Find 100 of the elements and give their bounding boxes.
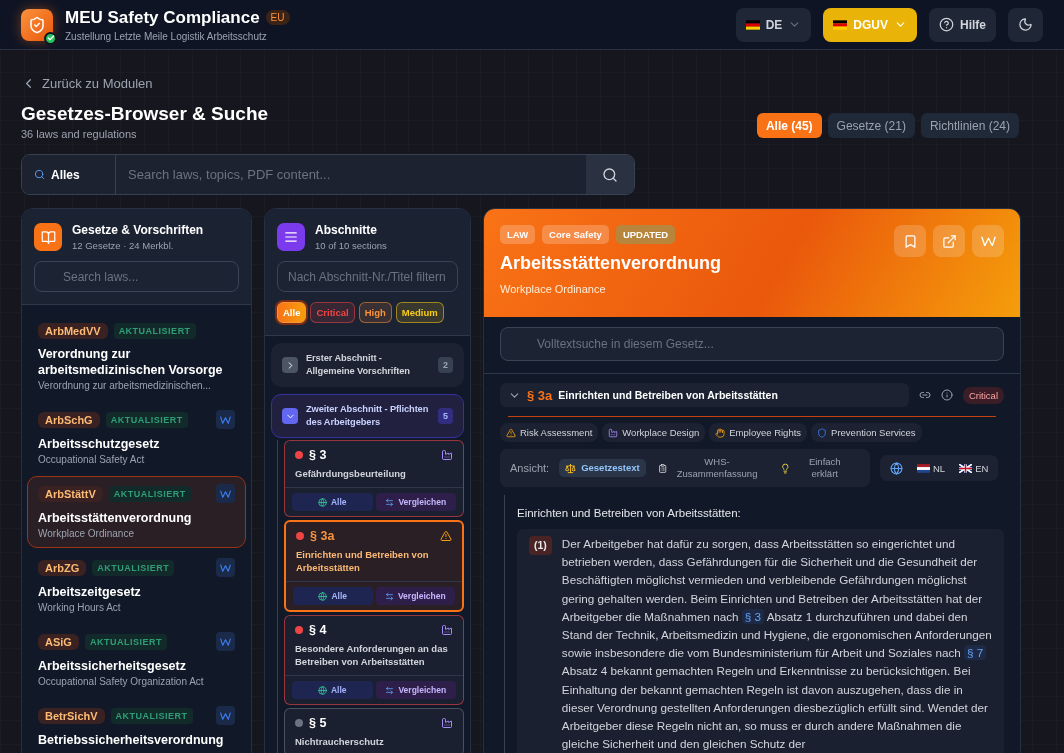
status-badge: AKTUALISIERT <box>92 559 175 576</box>
law-subtitle: Occupational Safety Act <box>38 454 146 465</box>
laws-search-field[interactable]: Search laws... <box>34 261 239 292</box>
law-abbreviation: BetrSichV <box>38 707 105 724</box>
law-subtitle: Occupational Safety Organization Act <box>38 676 205 687</box>
section-reference-link[interactable]: § 7 <box>964 645 987 661</box>
section-header[interactable]: § 3a Einrichten und Betreiben von Arbeitsstätten <box>500 383 909 407</box>
section-title: Einrichten und Betreiben von Arbeitsstätten <box>296 548 430 574</box>
filter-tab[interactable]: Gesetze (21) <box>827 113 915 138</box>
section-filter-field[interactable]: Nach Abschnitt-Nr./Titel filtern <box>277 261 458 292</box>
all-languages-button[interactable]: Alle <box>292 493 373 511</box>
view-option[interactable]: Gesetzestext <box>559 459 646 477</box>
section-number: § 3a <box>310 529 335 543</box>
external-link-icon <box>941 233 957 249</box>
search-input[interactable]: Search laws, topics, PDF content... <box>116 155 586 194</box>
clipboard-icon <box>657 462 668 474</box>
hand-icon <box>715 427 726 438</box>
count-badge: 5 <box>438 408 453 424</box>
search-button[interactable] <box>586 155 634 194</box>
law-title: Arbeitszeitgesetz <box>38 584 142 600</box>
panel-subtitle: 12 Gesetze · 24 Merkbl. <box>72 240 175 251</box>
arrows-icon <box>384 591 394 601</box>
severity-filter[interactable]: Medium <box>395 302 444 323</box>
view-option[interactable]: WHS-Zusammenfassung <box>651 453 768 483</box>
language-option[interactable]: NL <box>917 462 946 474</box>
list-icon <box>277 223 305 251</box>
law-abbreviation: ArbZG <box>38 559 87 576</box>
law-subtitle: Workplace Ordinance <box>500 283 607 295</box>
status-badge: AKTUALISIERT <box>84 633 167 650</box>
search-bar[interactable]: Alles Search laws, topics, PDF content... <box>21 154 635 195</box>
section-card[interactable]: § 4 Besondere Anforderungen an das Betreiben von Arbeitsstätten Alle Vergleichen <box>284 615 464 705</box>
section-title: Nichtraucherschutz <box>295 735 385 748</box>
link-icon[interactable] <box>918 389 931 401</box>
all-languages-button[interactable]: Alle <box>292 681 373 699</box>
section-reference-link[interactable]: § 3 <box>741 608 765 624</box>
help-icon <box>939 17 954 32</box>
law-item[interactable]: ArbZG AKTUALISIERT Arbeitszeitgesetz Working Hours Act <box>27 550 246 622</box>
tag-label: Employee Rights <box>729 427 802 438</box>
law-abbreviation: ArbSchG <box>38 411 100 428</box>
globe-icon[interactable] <box>890 461 903 475</box>
panel-title: Abschnitte <box>315 223 378 237</box>
search-icon <box>34 169 45 180</box>
compare-button[interactable]: Vergleichen <box>375 587 455 605</box>
law-subtitle: Workplace Ordinance <box>38 528 135 539</box>
section-card[interactable]: § 3a Einrichten und Betreiben von Arbeitsstätten Alle Vergleichen <box>284 520 464 612</box>
help-button[interactable]: Hilfe <box>929 7 996 42</box>
tag-label: Risk Assessment <box>520 427 593 438</box>
shield-icon <box>817 427 828 438</box>
chevron-down-icon <box>282 408 298 424</box>
bookmark-button[interactable] <box>894 225 926 257</box>
law-subtitle: Verordnung zur arbeitsmedizinischen... <box>38 380 212 391</box>
arrows-icon <box>385 685 395 695</box>
section-card[interactable]: § 3 Gefährdungsbeurteilung Alle Vergleichen <box>284 440 464 517</box>
law-item[interactable]: ArbSchG AKTUALISIERT Arbeitsschutzgesetz Occupational Safety Act <box>27 402 246 474</box>
dark-mode-button[interactable] <box>1008 7 1043 42</box>
law-item[interactable]: ArbStättV AKTUALISIERT Arbeitsstättenverordnung Workplace Ordinance <box>27 476 246 548</box>
filter-tab[interactable]: Richtlinien (24) <box>920 113 1019 138</box>
law-title: Arbeitsstättenverordnung <box>500 253 723 274</box>
law-badge: LAW <box>500 225 536 244</box>
dutch-flag-icon <box>917 463 930 473</box>
status-badge: AKTUALISIERT <box>113 323 196 339</box>
back-link[interactable]: Zurück zu Modulen <box>21 76 153 91</box>
w-logo-icon[interactable] <box>216 410 235 429</box>
all-languages-button[interactable]: Alle <box>293 587 373 605</box>
w-logo-icon[interactable] <box>216 706 235 725</box>
section-group[interactable]: Zweiter Abschnitt - Pflichten des Arbeitgebers 5 <box>271 394 464 438</box>
tag-label: Workplace Design <box>622 427 700 438</box>
factory-icon <box>608 427 619 438</box>
section-group[interactable]: Erster Abschnitt - Allgemeine Vorschriften 2 <box>271 343 464 387</box>
severity-filter[interactable]: Critical <box>310 302 355 323</box>
severity-badge: Critical <box>962 386 1004 404</box>
language-option[interactable]: EN <box>959 462 989 474</box>
severity-filter[interactable]: High <box>358 302 392 323</box>
language-dropdown[interactable]: DE <box>735 7 812 42</box>
view-option[interactable]: Einfach erklärt <box>773 453 860 483</box>
fulltext-search-field[interactable]: Volltextsuche in diesem Gesetz... <box>500 327 1004 361</box>
group-title: Erster Abschnitt - Allgemeine Vorschriften <box>306 352 411 378</box>
globe-icon <box>317 685 327 695</box>
book-icon <box>34 223 62 251</box>
law-item[interactable]: ASiG AKTUALISIERT Arbeitssicherheitsgesetz Occupational Safety Organization Act <box>27 624 246 696</box>
w-logo-icon[interactable] <box>216 632 235 651</box>
info-icon[interactable] <box>940 389 953 401</box>
british-flag-icon <box>959 463 973 473</box>
compare-button[interactable]: Vergleichen <box>375 493 456 511</box>
panel-subtitle: 10 of 10 sections <box>315 240 387 251</box>
w-logo-icon[interactable] <box>216 558 235 577</box>
status-badge: AKTUALISIERT <box>110 707 193 724</box>
group-title: Zweiter Abschnitt - Pflichten des Arbeitgebers <box>306 403 430 429</box>
scope-selector[interactable]: Alles <box>22 155 116 194</box>
w-logo-icon[interactable] <box>216 484 235 503</box>
factory-icon <box>441 717 453 729</box>
compare-button[interactable]: Vergleichen <box>375 681 456 699</box>
section-number: § 3a <box>527 387 553 403</box>
german-flag-icon <box>833 19 848 30</box>
law-item[interactable]: BetrSichV AKTUALISIERT Betriebssicherheitsverordnung <box>27 698 246 753</box>
law-item[interactable]: ArbMedVV AKTUALISIERT Verordnung zur arbeitsmedizinischen Vorsorge Verordnung zur arbeitsmedizinischen... <box>27 315 246 400</box>
section-card[interactable]: § 5 Nichtraucherschutz <box>284 708 464 753</box>
law-badge: Core Safety <box>542 225 609 244</box>
section-title: Gefährdungsbeurteilung <box>295 467 407 480</box>
arrows-icon <box>385 497 395 507</box>
